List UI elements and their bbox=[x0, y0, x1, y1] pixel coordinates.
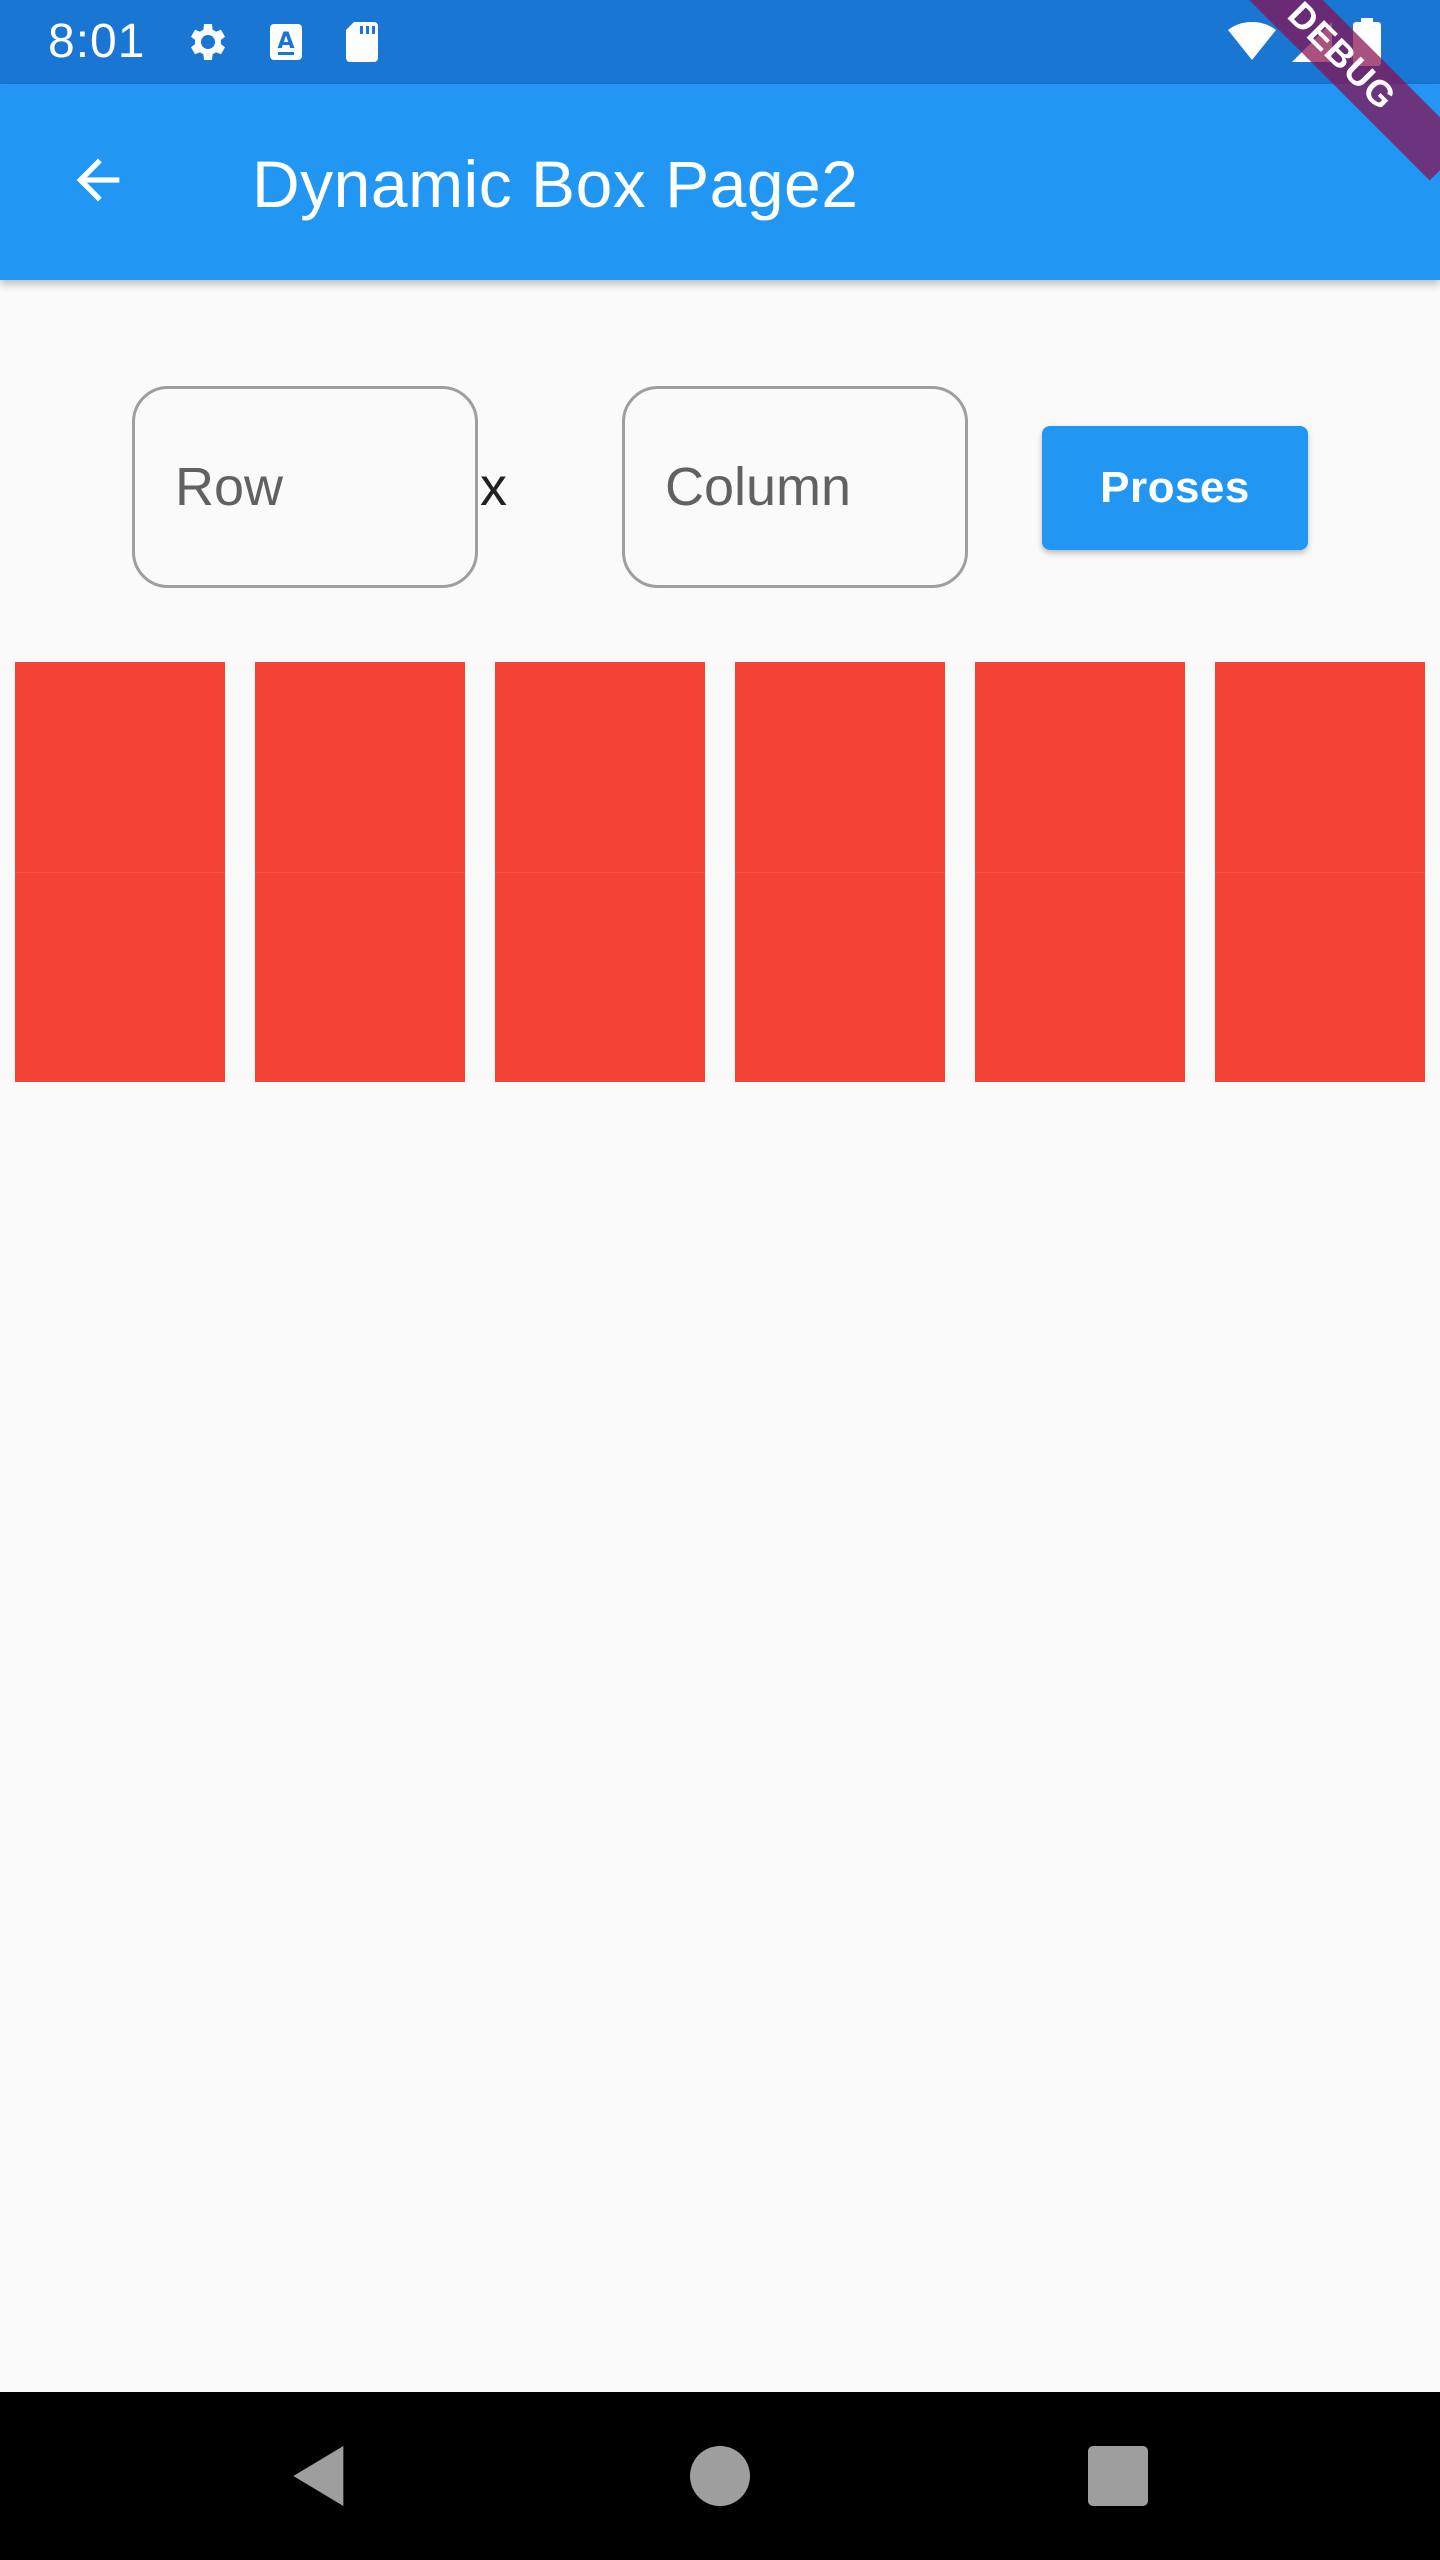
nav-recents-button[interactable] bbox=[1078, 2436, 1158, 2516]
grid-box bbox=[735, 662, 945, 872]
sd-card-icon bbox=[338, 18, 386, 66]
navigation-bar bbox=[0, 2392, 1440, 2560]
nav-home-button[interactable] bbox=[680, 2436, 760, 2516]
status-bar: 8:01 A bbox=[0, 0, 1440, 84]
a-letter-icon: A bbox=[262, 18, 310, 66]
svg-text:A: A bbox=[277, 29, 294, 54]
home-circle-icon bbox=[690, 2446, 750, 2506]
box-grid bbox=[0, 662, 1440, 1082]
back-button[interactable] bbox=[56, 138, 140, 222]
app-bar: Dynamic Box Page2 bbox=[0, 84, 1440, 280]
grid-box bbox=[495, 662, 705, 872]
grid-box bbox=[735, 872, 945, 1082]
page-title: Dynamic Box Page2 bbox=[252, 147, 859, 221]
column-input[interactable] bbox=[622, 386, 968, 588]
grid-box bbox=[15, 872, 225, 1082]
grid-box bbox=[1215, 662, 1425, 872]
row-input[interactable] bbox=[132, 386, 478, 588]
back-triangle-icon bbox=[293, 2446, 344, 2506]
wifi-icon bbox=[1228, 18, 1276, 66]
proses-button[interactable]: Proses bbox=[1042, 426, 1308, 550]
recents-square-icon bbox=[1088, 2446, 1148, 2506]
grid-box bbox=[1215, 872, 1425, 1082]
status-time: 8:01 bbox=[48, 15, 146, 68]
grid-box bbox=[975, 872, 1185, 1082]
grid-box bbox=[255, 662, 465, 872]
grid-box bbox=[15, 662, 225, 872]
grid-box bbox=[495, 872, 705, 1082]
nav-back-button[interactable] bbox=[280, 2436, 360, 2516]
arrow-back-icon bbox=[76, 158, 120, 202]
gear-icon bbox=[184, 18, 232, 66]
grid-box bbox=[975, 662, 1185, 872]
grid-box bbox=[255, 872, 465, 1082]
times-separator: x bbox=[480, 457, 507, 517]
